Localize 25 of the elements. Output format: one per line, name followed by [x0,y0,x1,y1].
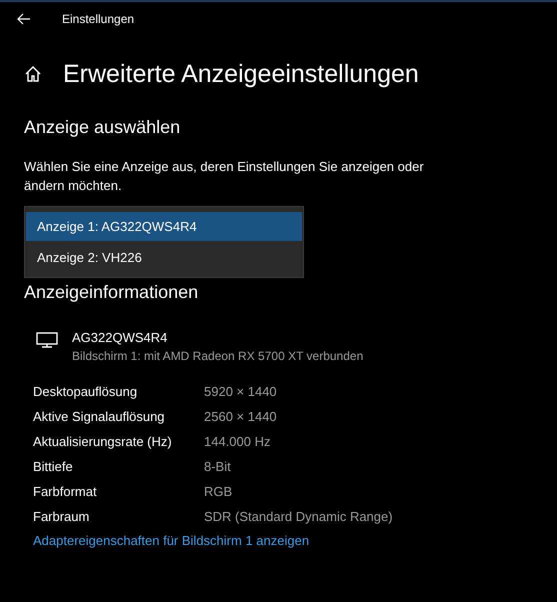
section-heading: Anzeige auswählen [24,116,182,139]
property-label: Farbformat [33,482,98,501]
monitor-name: AG322QWS4R4 [72,329,168,347]
monitor-icon [36,332,58,348]
window-title: Einstellungen [62,10,134,28]
property-value: 144.000 Hz [204,432,270,451]
property-label: Bittiefe [33,458,74,476]
property-label: Farbraum [33,508,90,526]
property-value: RGB [204,482,232,501]
property-label: Desktopauflösung [33,382,138,401]
display-option[interactable]: Anzeige 2: VH226 [26,243,302,272]
property-value: SDR (Standard Dynamic Range) [204,508,393,526]
home-icon[interactable] [24,65,42,83]
page-title: Erweiterte Anzeigeeinstellungen [63,59,419,90]
section-heading: Anzeigeinformationen [24,281,200,304]
display-option[interactable]: Anzeige 1: AG322QWS4R4 [26,212,302,241]
back-arrow-icon [17,12,31,24]
property-label: Aktualisierungsrate (Hz) [33,432,173,451]
description-text: Wählen Sie eine Anzeige aus, deren Einstellungen Sie anzeigen oder ändern möchten. [24,158,425,195]
property-value: 5920 × 1440 [204,382,277,401]
property-label: Aktive Signalauflösung [33,408,166,426]
property-value: 2560 × 1440 [204,408,277,426]
monitor-detail: Bildschirm 1: mit AMD Radeon RX 5700 XT verbunden [72,348,364,365]
adapter-properties-link[interactable]: Adaptereigenschaften für Bildschirm 1 anzeigen [33,531,310,550]
property-value: 8-Bit [204,458,231,476]
